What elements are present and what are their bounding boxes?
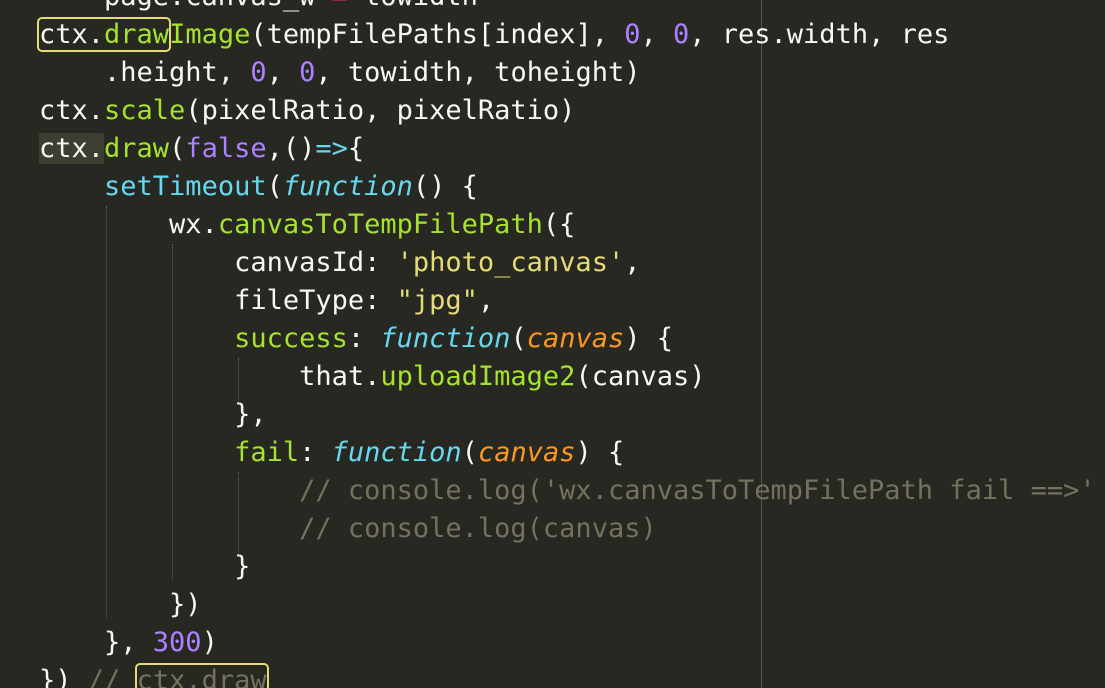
match-highlight: ctx.draw — [134, 663, 269, 688]
code-line[interactable]: // console.log(canvas) — [0, 510, 1105, 548]
code-token: function — [331, 437, 462, 468]
code-token: canvasId: — [39, 247, 397, 278]
code-token: // — [87, 665, 137, 688]
code-token: }, — [39, 399, 267, 430]
code-token: = — [332, 0, 348, 12]
code-line[interactable]: success: function(canvas) { — [0, 320, 1105, 358]
code-token: ) { — [624, 323, 674, 354]
code-token: ( — [510, 323, 527, 354]
code-token: { — [347, 133, 365, 164]
code-token: setTimeout — [104, 171, 267, 202]
code-token: ,() — [266, 133, 316, 164]
code-line[interactable]: // console.log('wx.canvasToTempFilePath … — [0, 472, 1105, 510]
code-token: () { — [412, 171, 478, 202]
code-token: fileType: — [39, 285, 397, 316]
code-token: canvas — [526, 323, 625, 354]
code-line[interactable]: }) // ctx.draw — [0, 662, 1105, 688]
code-token: } — [39, 551, 251, 582]
code-line[interactable]: .height, 0, 0, towidth, toheight) — [0, 54, 1105, 92]
code-token: , — [624, 247, 641, 278]
code-token: , res.width, res — [689, 19, 950, 50]
code-token: , — [477, 285, 495, 316]
code-token: ( — [169, 133, 186, 164]
code-line[interactable]: setTimeout(function() { — [0, 168, 1105, 206]
code-token: .height, — [39, 57, 251, 88]
code-line[interactable]: that.uploadImage2(canvas) — [0, 358, 1105, 396]
code-token: ({ — [542, 209, 576, 240]
code-token: : — [299, 437, 332, 468]
code-token: "jpg" — [396, 285, 478, 316]
code-token: 'photo_canvas' — [396, 247, 625, 278]
code-token: , — [266, 57, 300, 88]
code-line[interactable]: page.canvas_w = towidth — [0, 0, 1105, 16]
code-token: // console.log(canvas) — [299, 513, 657, 544]
code-token: => — [315, 133, 348, 164]
code-token: : — [347, 323, 381, 354]
code-token: function — [380, 323, 511, 354]
code-line[interactable]: canvasId: 'photo_canvas', — [0, 244, 1105, 282]
code-token: (canvas) — [575, 361, 706, 392]
code-area[interactable]: page.canvas_w = towidthctx.drawImage(tem… — [0, 0, 1105, 688]
code-token: 0 — [673, 19, 690, 50]
code-editor[interactable]: page.canvas_w = towidthctx.drawImage(tem… — [0, 0, 1105, 688]
code-line[interactable]: } — [0, 548, 1105, 586]
code-token: 300 — [152, 627, 202, 658]
code-token: wx. — [39, 209, 218, 240]
code-token: , — [640, 19, 673, 50]
code-token: success — [234, 323, 348, 354]
code-line[interactable]: }, — [0, 396, 1105, 434]
code-token: 0 — [299, 57, 316, 88]
code-token: ctx. — [39, 133, 105, 164]
code-line[interactable]: }) — [0, 586, 1105, 624]
code-token: , towidth, toheight) — [315, 57, 641, 88]
code-token: }, — [39, 627, 153, 658]
code-token: function — [282, 171, 413, 202]
code-token: Image — [169, 19, 251, 50]
code-token: canvasToTempFilePath — [217, 209, 543, 240]
code-token: ) { — [575, 437, 625, 468]
code-line[interactable]: ctx.draw(false,()=>{ — [0, 130, 1105, 168]
code-line[interactable]: wx.canvasToTempFilePath({ — [0, 206, 1105, 244]
match-highlight: ctx.draw — [37, 17, 172, 52]
code-token: ( — [461, 437, 478, 468]
code-token: }) — [39, 589, 202, 620]
code-token: that. — [39, 361, 381, 392]
code-line[interactable]: fileType: "jpg", — [0, 282, 1105, 320]
code-line[interactable]: }, 300) — [0, 624, 1105, 662]
code-token: (tempFilePaths[index], — [250, 19, 625, 50]
code-token: // console.log('wx.canvasToTempFilePath … — [299, 475, 1096, 506]
code-token: canvas — [477, 437, 576, 468]
code-token: false — [185, 133, 267, 164]
code-token: }) — [39, 665, 88, 688]
code-token: scale — [104, 95, 186, 126]
code-token: uploadImage2 — [380, 361, 576, 392]
code-token: ) — [201, 627, 218, 658]
code-token: page.canvas_w — [39, 0, 332, 12]
code-token: 0 — [624, 19, 641, 50]
code-line[interactable]: ctx.drawImage(tempFilePaths[index], 0, 0… — [0, 16, 1105, 54]
code-token: ( — [266, 171, 283, 202]
code-token: (pixelRatio, pixelRatio) — [185, 95, 576, 126]
code-token: draw — [104, 133, 170, 164]
code-line[interactable]: fail: function(canvas) { — [0, 434, 1105, 472]
code-line[interactable]: ctx.scale(pixelRatio, pixelRatio) — [0, 92, 1105, 130]
code-token: 0 — [250, 57, 267, 88]
code-token: towidth — [348, 0, 478, 12]
code-token: fail — [234, 437, 300, 468]
code-token: ctx. — [39, 95, 105, 126]
